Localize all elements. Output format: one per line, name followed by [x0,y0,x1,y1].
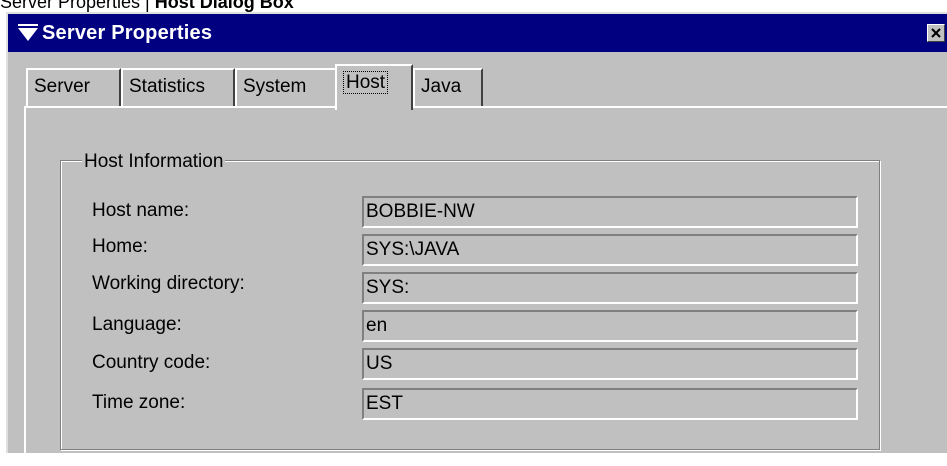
tab-label: System [243,76,307,97]
tab-label: Java [421,76,462,97]
down-triangle-menu-icon[interactable] [18,24,38,42]
figure-caption: Server Properties | Host Dialog Box [0,0,294,12]
tab-server[interactable]: Server [26,68,121,106]
tab-label: Server [34,76,90,97]
tab-panel-host [24,106,947,466]
tab-label: Statistics [129,76,206,97]
title-bar[interactable]: Server Properties [8,14,947,52]
close-button[interactable] [927,24,945,42]
tab-system[interactable]: System [235,68,341,106]
tab-java[interactable]: Java [413,68,483,106]
tab-statistics[interactable]: Statistics [121,68,235,106]
caption-prefix: Server Properties | [0,0,155,12]
caption-bold: Host Dialog Box [154,0,294,12]
tab-label: Host [343,71,389,94]
close-x-icon [931,28,941,38]
window-title: Server Properties [42,22,213,44]
tab-host[interactable]: Host [335,64,413,110]
